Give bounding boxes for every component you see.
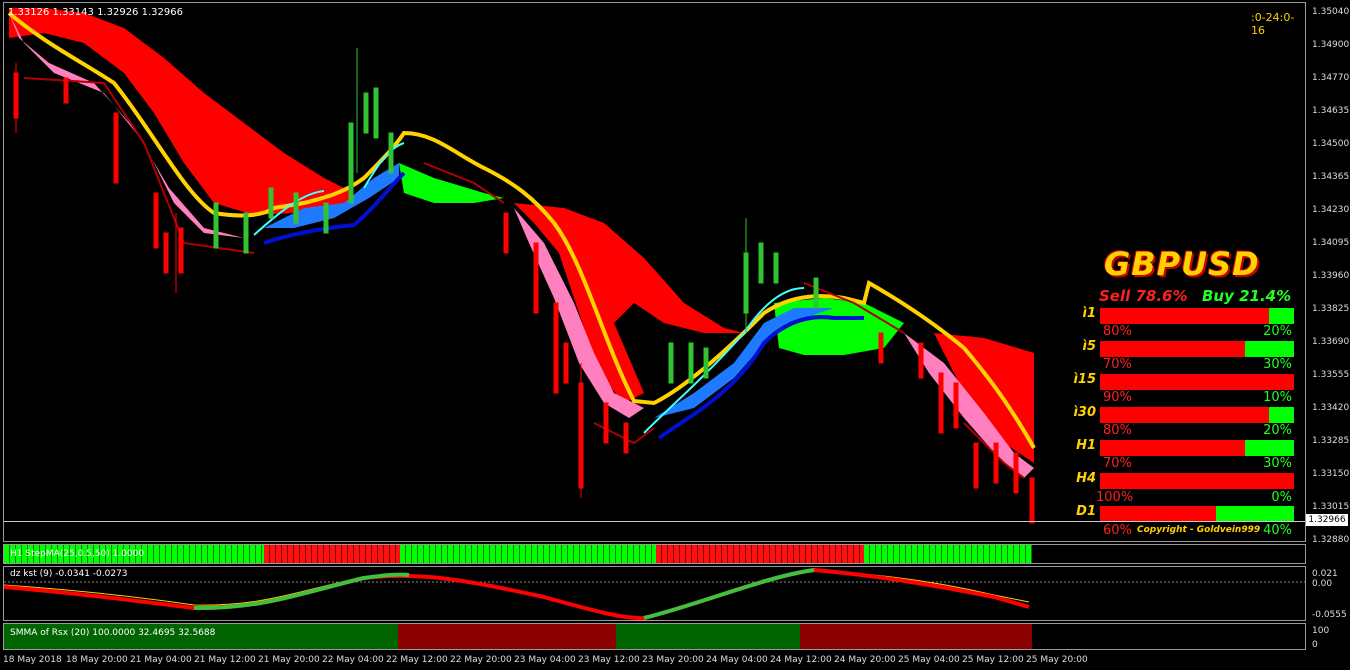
stepma-green-segment: [864, 545, 1032, 563]
dashboard-buy-total: Buy 21.4%: [1202, 287, 1292, 305]
time-tick: 18 May 20:00: [66, 655, 128, 665]
tf-label-m30: ì30: [1073, 405, 1096, 420]
kst-tick: 0.00: [1312, 579, 1333, 589]
stepma-red-segment: [656, 545, 864, 563]
price-tick: 1.34095: [1312, 238, 1350, 248]
tf-label-d1: D1: [1076, 504, 1096, 519]
tf-buy-bar-h1: [1245, 440, 1294, 456]
tf-label-h1: H1: [1076, 438, 1096, 453]
tf-buy-bar-m30: [1269, 407, 1294, 423]
price-tick: 1.34365: [1312, 172, 1350, 182]
tf-sell-pct-m15: 90%: [1103, 390, 1132, 405]
smma-red-segment: [398, 624, 616, 649]
time-tick: 22 May 20:00: [450, 655, 512, 665]
time-tick: 25 May 12:00: [962, 655, 1024, 665]
smma-label: SMMA of Rsx (20) 100.0000 32.4695 32.568…: [10, 628, 216, 638]
smma-tick: 0: [1312, 640, 1318, 650]
price-tick: 1.34635: [1312, 106, 1350, 116]
stepma-red-segment: [264, 545, 400, 563]
smma-tick: 100: [1312, 626, 1330, 636]
price-tick: 1.35040: [1312, 7, 1350, 17]
stepma-panel[interactable]: H1 StepMA(25,0.5,50) 1.0000: [3, 544, 1306, 564]
tf-buy-pct-m30: 20%: [1263, 423, 1292, 438]
time-tick: 24 May 20:00: [834, 655, 896, 665]
tf-sell-bar-m30: [1100, 407, 1294, 423]
tf-buy-pct-m1: 20%: [1263, 324, 1292, 339]
tf-sell-pct-h4: 100%: [1096, 490, 1134, 505]
price-tick: 1.33420: [1312, 403, 1350, 413]
tf-sell-bar-m15: [1100, 374, 1294, 390]
price-tick: 1.34230: [1312, 205, 1350, 215]
price-tick: 1.33150: [1312, 469, 1350, 479]
tf-sell-pct-m5: 70%: [1103, 357, 1132, 372]
time-tick: 23 May 12:00: [578, 655, 640, 665]
tf-buy-pct-m15: 10%: [1263, 390, 1292, 405]
tf-sell-bar-h4: [1100, 473, 1294, 489]
green-cloud-second: [774, 298, 904, 355]
tf-sell-bar-m1: [1100, 308, 1294, 324]
dashboard-sell-total: Sell 78.6%: [1099, 287, 1188, 305]
price-tick: 1.33555: [1312, 370, 1350, 380]
tf-buy-bar-d1: [1216, 506, 1294, 522]
price-tick: 1.34770: [1312, 73, 1350, 83]
price-tick: 1.34500: [1312, 139, 1350, 149]
kst-main-line: [4, 567, 1030, 620]
time-tick: 25 May 20:00: [1026, 655, 1088, 665]
time-tick: 22 May 04:00: [322, 655, 384, 665]
time-tick: 23 May 04:00: [514, 655, 576, 665]
tf-label-m1: ì1: [1082, 306, 1096, 321]
tf-label-m5: ì5: [1082, 339, 1096, 354]
time-tick: 25 May 04:00: [898, 655, 960, 665]
time-tick: 18 May 2018: [3, 655, 62, 665]
price-tick: 1.33825: [1312, 304, 1350, 314]
tf-buy-pct-m5: 30%: [1263, 357, 1292, 372]
tf-buy-pct-h1: 30%: [1263, 456, 1292, 471]
stepma-green-segment: [400, 545, 656, 563]
red-cloud-second: [514, 203, 744, 403]
stepma-label: H1 StepMA(25,0.5,50) 1.0000: [10, 549, 145, 559]
time-tick: 21 May 20:00: [258, 655, 320, 665]
price-tick: 1.33690: [1312, 337, 1350, 347]
kst-tick: -0.0555: [1312, 610, 1347, 620]
kst-canvas: [4, 567, 1305, 620]
time-tick: 21 May 12:00: [194, 655, 256, 665]
time-tick: 24 May 04:00: [706, 655, 768, 665]
time-tick: 24 May 12:00: [770, 655, 832, 665]
tf-sell-pct-d1: 60%: [1103, 523, 1132, 538]
smma-green-segment: [616, 624, 800, 649]
current-price-box: 1.32966: [1306, 514, 1348, 526]
price-tick: 1.33015: [1312, 502, 1350, 512]
dashboard-symbol: GBPUSD: [1104, 245, 1260, 283]
tf-buy-bar-m5: [1245, 341, 1294, 357]
time-axis: 18 May 2018 18 May 20:00 21 May 04:00 21…: [0, 653, 1350, 669]
tf-buy-pct-h4: 0%: [1271, 490, 1292, 505]
ohlc-readout: 1.33126 1.33143 1.32926 1.32966: [8, 7, 183, 18]
kst-green-segment: [193, 568, 815, 620]
smma-rsx-panel[interactable]: SMMA of Rsx (20) 100.0000 32.4695 32.568…: [3, 623, 1306, 650]
time-tick: 21 May 04:00: [130, 655, 192, 665]
kst-panel[interactable]: dz kst (9) -0.0341 -0.0273: [3, 566, 1306, 621]
tf-sell-pct-m30: 80%: [1103, 423, 1132, 438]
tf-label-h4: H4: [1076, 471, 1096, 486]
main-chart-panel[interactable]: 1.33126 1.33143 1.32926 1.32966 :0-24:0-…: [3, 2, 1306, 542]
smma-red-segment: [800, 624, 1032, 649]
current-price-line: [4, 521, 1305, 522]
tf-sell-pct-m1: 80%: [1103, 324, 1132, 339]
price-tick: 1.32880: [1312, 535, 1350, 545]
price-tick: 1.33285: [1312, 436, 1350, 446]
price-tick: 1.34900: [1312, 40, 1350, 50]
dashboard-copyright: Copyright - Goldvein999: [1137, 525, 1261, 535]
tf-buy-bar-m1: [1269, 308, 1294, 324]
tf-sell-pct-h1: 70%: [1103, 456, 1132, 471]
kst-tick: 0.021: [1312, 569, 1338, 579]
price-tick: 1.33960: [1312, 271, 1350, 281]
time-tick: 23 May 20:00: [642, 655, 704, 665]
tf-label-m15: ì15: [1073, 372, 1096, 387]
time-tick: 22 May 12:00: [386, 655, 448, 665]
candle-timer: :0-24:0-16: [1251, 11, 1295, 37]
red-cloud-top: [9, 8, 354, 218]
